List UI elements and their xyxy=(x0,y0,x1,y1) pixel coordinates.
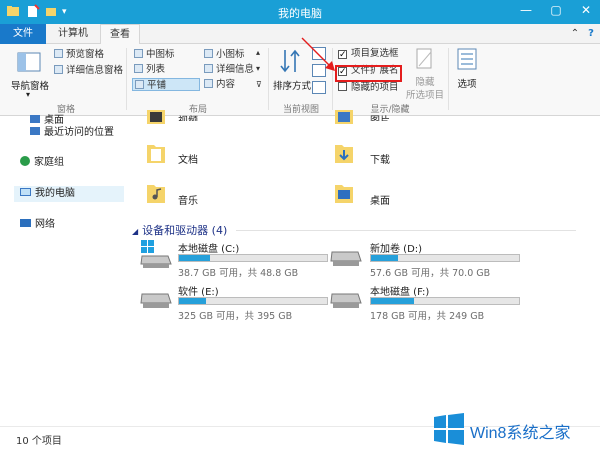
nav-network[interactable]: 网络 xyxy=(20,218,55,232)
folder-name: 桌面 xyxy=(370,196,390,207)
tab-view[interactable]: 查看 xyxy=(100,24,140,45)
ribbon-divider xyxy=(126,48,127,110)
window-title: 我的电脑 xyxy=(278,7,322,20)
network-icon xyxy=(20,219,31,227)
layout-list[interactable]: 列表 xyxy=(134,63,165,76)
hide-selected-icon xyxy=(416,48,432,69)
maximize-icon[interactable]: ▢ xyxy=(542,0,570,20)
chevron-down-icon: ◢ xyxy=(132,227,139,236)
chevron-down-icon: ▾ xyxy=(26,90,31,99)
tiles-icon xyxy=(135,80,144,89)
checkbox-empty-icon xyxy=(338,82,347,91)
videos-folder-icon[interactable] xyxy=(146,110,166,124)
drive-usage-bar xyxy=(370,297,520,305)
drive-name: 本地磁盘 (C:) xyxy=(178,244,240,255)
details-icon xyxy=(204,64,213,73)
documents-folder-icon[interactable] xyxy=(146,142,166,164)
size-columns-icon[interactable] xyxy=(312,81,326,94)
details-pane-icon xyxy=(54,65,63,74)
drive-info: 57.6 GB 可用，共 70.0 GB xyxy=(370,268,491,279)
folder-name: 下载 xyxy=(370,155,390,166)
sort-icon xyxy=(280,49,300,73)
panes-group-label: 窗格 xyxy=(56,105,75,115)
drive-name: 软件 (E:) xyxy=(178,287,219,298)
drive-usage-bar xyxy=(178,254,328,262)
medium-icons-icon xyxy=(134,49,143,58)
nav-pane-button[interactable]: 导航窗格 ▾ xyxy=(8,50,52,100)
watermark-text: Win8系统之家 xyxy=(470,425,571,442)
drive-info: 325 GB 可用，共 395 GB xyxy=(178,311,293,322)
preview-pane-button[interactable]: 预览窗格 xyxy=(54,48,104,61)
annotation-arrow xyxy=(301,37,335,71)
homegroup-icon xyxy=(20,156,30,166)
devices-section-header[interactable]: ◢ 设备和驱动器 (4) xyxy=(132,222,227,238)
nav-pane-icon xyxy=(17,52,41,72)
layout-details[interactable]: 详细信息 xyxy=(204,63,254,76)
list-icon xyxy=(134,64,143,73)
pictures-folder-icon[interactable] xyxy=(334,110,354,124)
drive-usage-bar xyxy=(370,254,520,262)
drive-f-icon[interactable] xyxy=(330,286,362,312)
ribbon-divider xyxy=(448,48,449,110)
drive-usage-bar xyxy=(178,297,328,305)
ribbon-collapse-icon[interactable]: ⌃ xyxy=(568,24,582,44)
drive-name: 新加卷 (D:) xyxy=(370,244,423,255)
tab-file[interactable]: 文件 xyxy=(0,24,46,44)
drive-usage-fill xyxy=(371,298,414,304)
small-icons-icon xyxy=(204,49,213,58)
file-extensions-highlight xyxy=(335,65,402,82)
recent-places-icon xyxy=(30,127,40,135)
layout-expand-icon[interactable]: ⊽ xyxy=(256,78,262,91)
content-icon xyxy=(204,79,213,88)
tab-computer[interactable]: 计算机 xyxy=(48,24,98,44)
layout-scroll-up-icon[interactable]: ▴ xyxy=(256,46,260,59)
preview-pane-icon xyxy=(54,49,63,58)
downloads-folder-icon[interactable] xyxy=(334,142,354,164)
minimize-icon[interactable]: — xyxy=(512,0,540,20)
options-button[interactable]: 选项 xyxy=(452,48,482,98)
item-count: 10 个项目 xyxy=(16,436,62,447)
layout-small-icons[interactable]: 小图标 xyxy=(204,48,245,61)
nav-this-pc[interactable]: 我的电脑 xyxy=(20,187,75,201)
content-area: 桌面 最近访问的位置 家庭组 我的电脑 网络 视频 图片 文档 下载 音乐 桌面… xyxy=(0,110,600,426)
windows-logo-icon xyxy=(434,413,464,445)
drive-name: 本地磁盘 (F:) xyxy=(370,287,430,298)
folder-name: 图片 xyxy=(370,112,390,121)
drive-usage-fill xyxy=(179,255,211,261)
nav-homegroup[interactable]: 家庭组 xyxy=(20,156,64,170)
title-bar: ▾ 我的电脑 — ▢ ✕ xyxy=(0,0,600,24)
item-checkboxes-toggle[interactable]: ✓ 项目复选框 xyxy=(338,47,399,60)
drive-e-icon[interactable] xyxy=(140,286,172,312)
folder-name: 视频 xyxy=(178,112,198,121)
drive-info: 178 GB 可用，共 249 GB xyxy=(370,311,485,322)
folder-name: 文档 xyxy=(178,155,198,166)
music-folder-icon[interactable] xyxy=(146,182,166,204)
drive-usage-fill xyxy=(179,298,206,304)
nav-recent-places[interactable]: 最近访问的位置 xyxy=(30,126,114,140)
drive-usage-fill xyxy=(371,255,398,261)
section-divider xyxy=(236,230,576,231)
layout-scroll-down-icon[interactable]: ▾ xyxy=(256,62,260,75)
sort-by-label: 排序方式 xyxy=(272,81,311,92)
close-icon[interactable]: ✕ xyxy=(572,0,600,20)
current-view-group-label: 当前视图 xyxy=(282,105,319,115)
hidden-items-toggle[interactable]: 隐藏的项目 xyxy=(338,81,399,94)
drive-c-icon[interactable] xyxy=(140,240,172,270)
desktop-icon xyxy=(30,115,40,123)
layout-tiles[interactable]: 平铺 xyxy=(132,78,200,91)
details-pane-button[interactable]: 详细信息窗格 xyxy=(54,64,123,77)
hide-selected-button[interactable]: 隐藏 所选项目 xyxy=(404,48,446,101)
help-icon[interactable]: ? xyxy=(584,24,598,44)
layout-medium-icons[interactable]: 中图标 xyxy=(134,48,175,61)
folder-name: 音乐 xyxy=(178,196,198,207)
desktop-folder-icon[interactable] xyxy=(334,182,354,204)
ribbon-divider xyxy=(268,48,269,110)
drive-d-icon[interactable] xyxy=(330,244,362,270)
watermark: Win8系统之家 xyxy=(428,406,600,450)
computer-icon xyxy=(20,188,31,196)
drive-info: 38.7 GB 可用，共 48.8 GB xyxy=(178,268,299,279)
options-icon xyxy=(457,48,477,70)
layout-content[interactable]: 内容 xyxy=(204,78,235,91)
